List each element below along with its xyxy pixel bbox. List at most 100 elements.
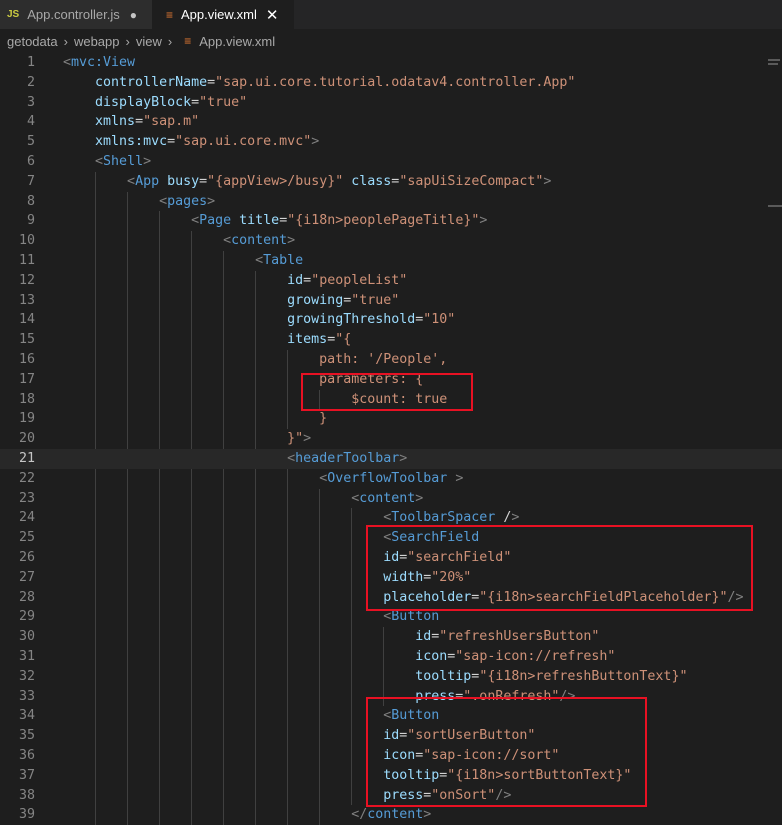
line-number: 27: [18, 569, 35, 585]
code-line: 11 <Table: [0, 251, 782, 271]
highlight-box-searchfield: [366, 525, 753, 611]
code-text: <mvc:View: [63, 55, 136, 70]
line-number: 8: [26, 193, 35, 209]
code-text: icon="sap-icon://refresh": [415, 649, 616, 664]
code-text: <headerToolbar>: [287, 451, 408, 466]
code-text: xmlns:mvc="sap.ui.core.mvc">: [95, 134, 320, 150]
unsaved-dot-icon[interactable]: ●: [130, 8, 137, 22]
chevron-right-icon: ›: [167, 33, 173, 49]
line-number: 10: [18, 233, 35, 249]
breadcrumb-item[interactable]: view: [136, 34, 162, 49]
code-line: 13 growing="true": [0, 291, 782, 311]
code-text: <OverflowToolbar >: [319, 470, 464, 486]
line-number: 33: [18, 688, 35, 704]
rss-icon: ≡: [184, 34, 192, 48]
code-text: items="{: [287, 332, 352, 348]
close-icon[interactable]: ✕: [266, 6, 279, 24]
code-line: 6 <Shell>: [0, 152, 782, 172]
breadcrumb-item[interactable]: App.view.xml: [199, 34, 275, 49]
code-text: path: '/People',: [63, 352, 448, 367]
line-number: 35: [18, 728, 35, 744]
line-number: 36: [18, 748, 35, 763]
line-number: 13: [18, 292, 35, 308]
code-line: 20 }">: [0, 429, 782, 449]
code-line: 21 <headerToolbar>: [0, 449, 782, 469]
code-text: xmlns="sap.m": [95, 114, 200, 130]
code-text: <Table: [255, 253, 304, 268]
line-number: 17: [18, 371, 35, 387]
code-text: growingThreshold="10": [287, 312, 456, 328]
javascript-file-icon: JS: [7, 9, 20, 20]
rss-icon: ≡: [166, 7, 174, 22]
tab-app-view[interactable]: ≡ App.view.xml ✕: [152, 0, 294, 29]
code-text: }">: [287, 431, 312, 447]
code-line: 30 id="refreshUsersButton": [0, 627, 782, 647]
code-text: </content>: [351, 807, 432, 823]
line-number: 4: [26, 114, 35, 130]
line-number: 38: [18, 787, 35, 803]
line-number: 1: [26, 55, 35, 70]
breadcrumb-item[interactable]: getodata: [7, 34, 58, 49]
code-line: 9 <Page title="{i18n>peoplePageTitle}">: [0, 211, 782, 231]
tab-label: App.view.xml: [181, 7, 257, 22]
tab-label: App.controller.js: [27, 7, 120, 22]
tab-bar: JS App.controller.js ● ≡ App.view.xml ✕: [0, 0, 782, 29]
breadcrumb: getodata › webapp › view › ≡ App.view.xm…: [0, 29, 782, 53]
line-number: 39: [18, 807, 35, 823]
line-number: 3: [26, 94, 35, 110]
code-line: 15 items="{: [0, 330, 782, 350]
code-text: displayBlock="true": [95, 94, 248, 110]
code-text: <content>: [223, 233, 296, 249]
code-text: tooltip="{i18n>refreshButtonText}": [415, 668, 688, 684]
line-number: 14: [18, 312, 35, 328]
line-number: 6: [26, 154, 35, 169]
line-number: 19: [18, 411, 35, 427]
line-number: 5: [26, 134, 35, 150]
line-number: 30: [18, 629, 35, 645]
minimap-marker: [768, 59, 780, 61]
code-line: 2 controllerName="sap.ui.core.tutorial.o…: [0, 73, 782, 93]
line-number: 22: [18, 470, 35, 486]
line-number: 37: [18, 767, 35, 783]
code-line: 7 <App busy="{appView>/busy}" class="sap…: [0, 172, 782, 192]
code-text: <Shell>: [95, 154, 152, 169]
code-line: 3 displayBlock="true": [0, 93, 782, 113]
chevron-right-icon: ›: [125, 33, 130, 49]
code-line: 1 <mvc:View: [0, 53, 782, 73]
chevron-right-icon: ›: [63, 33, 68, 49]
code-text: <content>: [351, 490, 424, 506]
code-line: 4 xmlns="sap.m": [0, 112, 782, 132]
breadcrumb-item[interactable]: webapp: [74, 34, 120, 49]
code-line: 14 growingThreshold="10": [0, 310, 782, 330]
code-line: 32 tooltip="{i18n>refreshButtonText}": [0, 667, 782, 687]
line-number: 15: [18, 332, 35, 348]
line-number: 24: [18, 510, 35, 526]
highlight-box-parameters: [301, 373, 473, 411]
line-number: 18: [18, 391, 35, 407]
line-number: 16: [18, 352, 35, 367]
code-text: }: [63, 411, 328, 427]
line-number: 26: [18, 550, 35, 565]
code-text: id="refreshUsersButton": [415, 629, 600, 645]
line-number: 34: [18, 708, 35, 724]
code-line: 19 }: [0, 409, 782, 429]
code-line: 39 </content>: [0, 805, 782, 825]
code-line: 23 <content>: [0, 489, 782, 509]
code-text: <Page title="{i18n>peoplePageTitle}">: [191, 213, 488, 229]
line-number: 11: [18, 253, 35, 268]
code-line: 5 xmlns:mvc="sap.ui.core.mvc">: [0, 132, 782, 152]
code-line: 10 <content>: [0, 231, 782, 251]
minimap-marker: [768, 205, 782, 207]
code-text: <pages>: [159, 193, 216, 209]
line-number: 29: [18, 609, 35, 625]
code-line: 12 id="peopleList": [0, 271, 782, 291]
code-text: growing="true": [287, 292, 400, 308]
code-text: id="peopleList": [287, 272, 408, 288]
line-number: 9: [26, 213, 35, 229]
tab-app-controller[interactable]: JS App.controller.js ●: [0, 0, 152, 29]
code-editor[interactable]: 1 <mvc:View 2 controllerName="sap.ui.core.…: [0, 53, 782, 825]
code-line: 16 path: '/People',: [0, 350, 782, 370]
code-line: 22 <OverflowToolbar >: [0, 469, 782, 489]
line-number: 21: [18, 451, 35, 466]
line-number: 2: [26, 74, 35, 90]
